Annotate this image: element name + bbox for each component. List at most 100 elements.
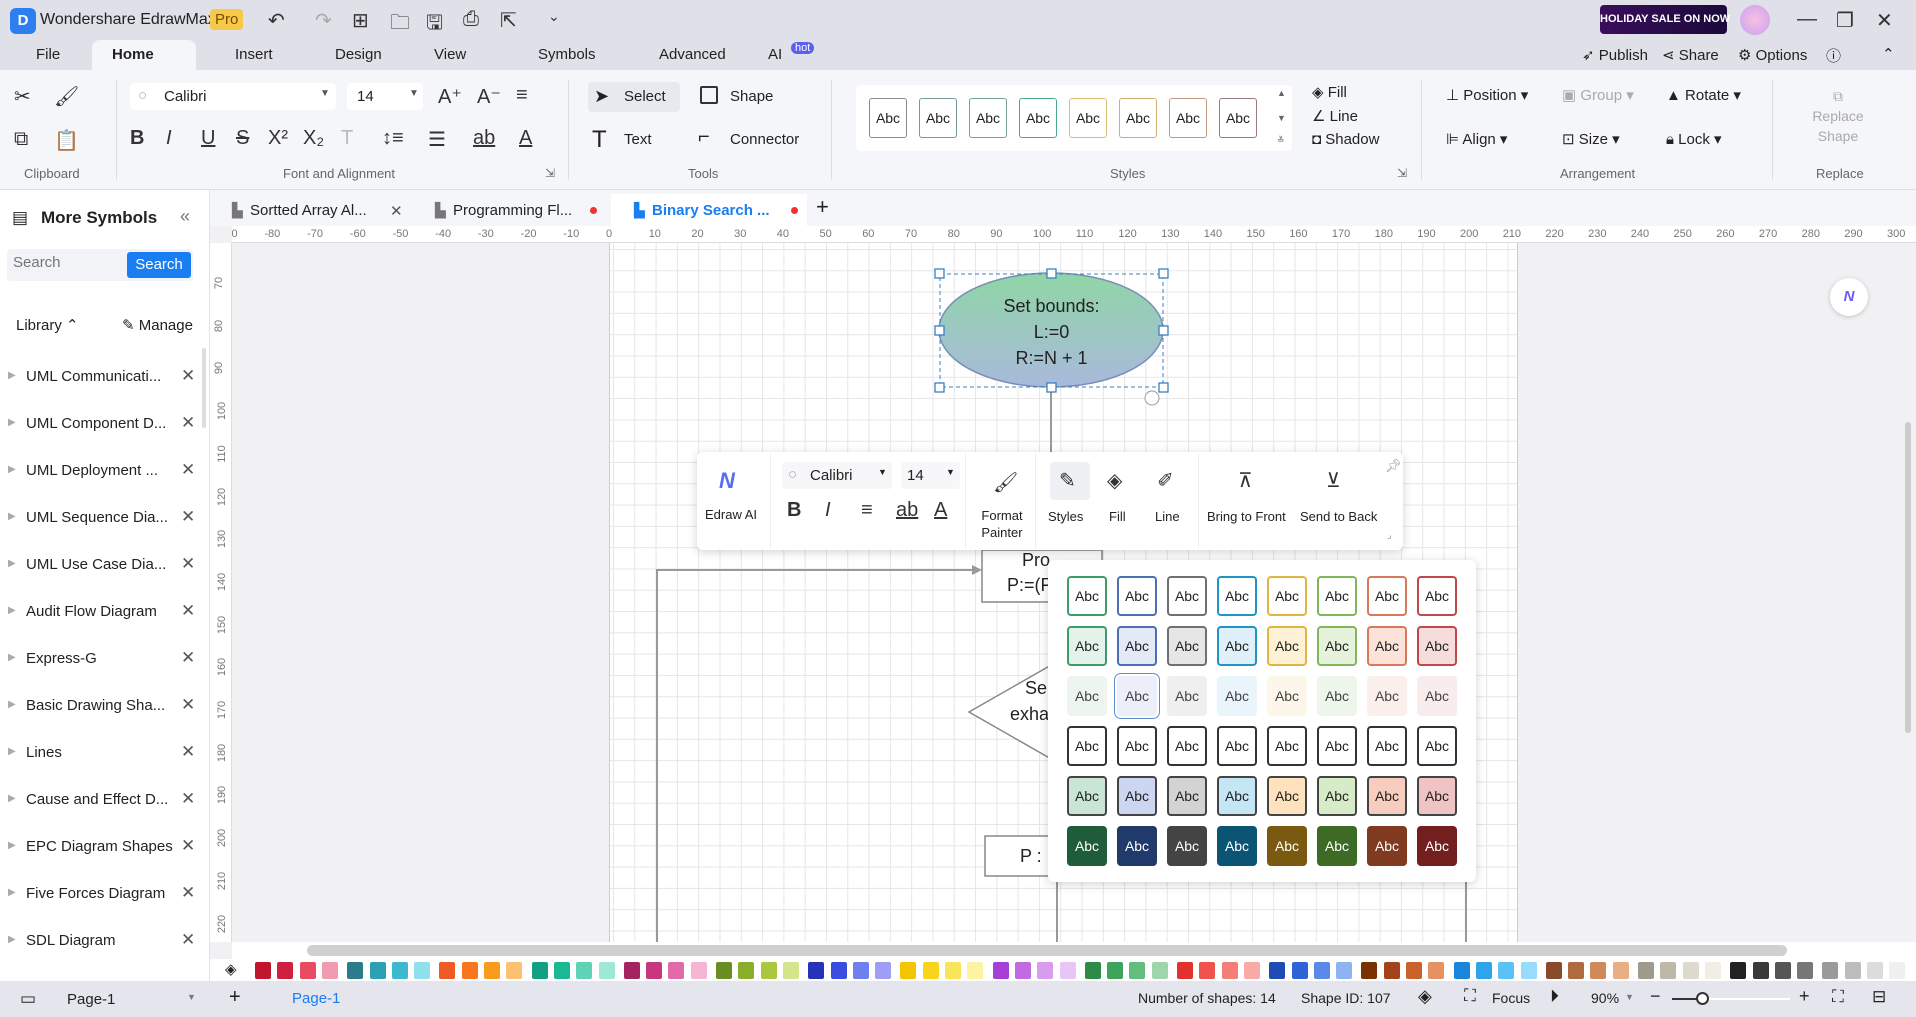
color-swatch[interactable]	[299, 962, 316, 979]
color-swatch[interactable]	[668, 962, 685, 979]
style-preset-cell[interactable]: Abc	[1417, 826, 1457, 866]
style-preset-cell[interactable]: Abc	[1114, 673, 1160, 719]
color-swatch[interactable]	[1752, 962, 1769, 979]
style-preset-cell[interactable]: Abc	[1217, 626, 1257, 666]
italic-icon[interactable]: I	[825, 499, 831, 522]
color-swatch[interactable]	[1361, 962, 1378, 979]
color-swatch[interactable]	[1199, 962, 1216, 979]
color-swatch[interactable]	[1889, 962, 1906, 979]
color-swatch[interactable]	[830, 962, 847, 979]
style-preset-cell[interactable]: Abc	[1417, 776, 1457, 816]
color-swatch[interactable]	[1797, 962, 1814, 979]
color-swatch[interactable]	[1590, 962, 1607, 979]
send-to-back-icon[interactable]: ⊻	[1326, 468, 1341, 493]
chevron-down-icon[interactable]: ▼	[1625, 992, 1634, 1002]
style-preset-cell[interactable]: Abc	[1117, 726, 1157, 766]
color-swatch[interactable]	[922, 962, 939, 979]
style-preset-cell[interactable]: Abc	[1067, 776, 1107, 816]
style-preset-cell[interactable]: Abc	[1067, 726, 1107, 766]
color-swatch[interactable]	[506, 962, 523, 979]
vertical-scrollbar[interactable]	[1905, 422, 1911, 733]
style-preset-cell[interactable]: Abc	[1167, 626, 1207, 666]
color-swatch[interactable]	[808, 962, 825, 979]
color-swatch[interactable]	[1520, 962, 1537, 979]
style-preset-cell[interactable]: Abc	[1217, 676, 1257, 716]
color-swatch[interactable]	[1682, 962, 1699, 979]
page-view-icon[interactable]: ▭	[20, 989, 36, 1009]
color-swatch[interactable]	[1406, 962, 1422, 979]
color-swatch[interactable]	[531, 962, 548, 979]
style-preset-cell[interactable]: Abc	[1267, 826, 1307, 866]
rotate-handle-icon[interactable]	[1144, 390, 1160, 406]
connector-line[interactable]	[656, 569, 975, 942]
color-swatch[interactable]	[321, 962, 338, 979]
style-preset-cell[interactable]: Abc	[1167, 676, 1207, 716]
color-swatch[interactable]	[1291, 962, 1308, 979]
style-preset-cell[interactable]: Abc	[1167, 826, 1207, 866]
style-preset-cell[interactable]: Abc	[1417, 676, 1457, 716]
style-preset-cell[interactable]: Abc	[1167, 576, 1207, 616]
format-painter-label[interactable]: Format Painter	[977, 507, 1027, 541]
color-swatch[interactable]	[1730, 962, 1747, 979]
style-preset-cell[interactable]: Abc	[1217, 826, 1257, 866]
color-swatch[interactable]	[945, 962, 961, 979]
color-swatch[interactable]	[484, 962, 500, 979]
color-swatch[interactable]	[782, 962, 799, 979]
color-swatch[interactable]	[1129, 962, 1146, 979]
color-swatch[interactable]	[553, 962, 570, 979]
color-swatch[interactable]	[875, 962, 892, 979]
style-preset-cell[interactable]: Abc	[1267, 626, 1307, 666]
font-color-icon[interactable]: A	[934, 499, 947, 522]
style-preset-cell[interactable]: Abc	[1067, 626, 1107, 666]
style-preset-cell[interactable]: Abc	[1317, 676, 1357, 716]
color-swatch[interactable]	[277, 962, 294, 979]
fill-bucket-icon[interactable]: ◈	[1107, 468, 1122, 493]
float-font-select[interactable]: ○ Calibri ▼	[782, 462, 892, 489]
focus-button[interactable]: Focus	[1492, 990, 1530, 1006]
color-swatch[interactable]	[391, 962, 408, 979]
zoom-in-icon[interactable]: +	[1799, 986, 1810, 1007]
color-swatch[interactable]	[1844, 962, 1861, 979]
color-swatch[interactable]	[1313, 962, 1330, 979]
style-preset-cell[interactable]: Abc	[1367, 576, 1407, 616]
color-swatch[interactable]	[1428, 962, 1445, 979]
fit-page-icon[interactable]: ⊟	[1872, 987, 1886, 1007]
color-swatch[interactable]	[1177, 962, 1193, 979]
add-page-icon[interactable]: +	[229, 986, 241, 1009]
style-preset-cell[interactable]: Abc	[1367, 776, 1407, 816]
color-swatch[interactable]	[439, 962, 456, 979]
style-preset-cell[interactable]: Abc	[1167, 776, 1207, 816]
color-swatch[interactable]	[414, 962, 431, 979]
style-preset-cell[interactable]: Abc	[1267, 776, 1307, 816]
fullscreen-icon[interactable]: ⛶	[1832, 987, 1844, 1007]
style-preset-cell[interactable]: Abc	[1217, 576, 1257, 616]
edraw-ai-label[interactable]: Edraw AI	[705, 507, 757, 522]
zoom-slider-knob[interactable]	[1695, 992, 1709, 1005]
color-swatch[interactable]	[1383, 962, 1400, 979]
style-preset-cell[interactable]: Abc	[1417, 576, 1457, 616]
color-swatch[interactable]	[992, 962, 1009, 979]
edraw-ai-floating-icon[interactable]: N	[1830, 278, 1868, 316]
style-preset-cell[interactable]: Abc	[1367, 676, 1407, 716]
style-preset-cell[interactable]: Abc	[1317, 776, 1357, 816]
color-swatch[interactable]	[623, 962, 640, 979]
style-preset-cell[interactable]: Abc	[1417, 726, 1457, 766]
pen-icon[interactable]: ✐	[1157, 468, 1174, 493]
color-swatch[interactable]	[1243, 962, 1260, 979]
color-swatch[interactable]	[461, 962, 478, 979]
style-preset-cell[interactable]: Abc	[1117, 826, 1157, 866]
line-button[interactable]: Line	[1155, 509, 1180, 524]
styles-button[interactable]: Styles	[1048, 509, 1083, 524]
bring-to-front-icon[interactable]: ⊼	[1238, 468, 1253, 493]
color-swatch[interactable]	[1638, 962, 1654, 979]
align-icon[interactable]: ≡	[861, 499, 873, 522]
color-swatch[interactable]	[1822, 962, 1839, 979]
style-preset-cell[interactable]: Abc	[1367, 726, 1407, 766]
zoom-slider[interactable]	[1672, 992, 1790, 1005]
style-preset-cell[interactable]: Abc	[1067, 826, 1107, 866]
color-swatch[interactable]	[1336, 962, 1353, 979]
color-swatch[interactable]	[1704, 962, 1721, 979]
color-swatch[interactable]	[690, 962, 707, 979]
style-preset-cell[interactable]: Abc	[1367, 826, 1407, 866]
color-swatch[interactable]	[716, 962, 732, 979]
